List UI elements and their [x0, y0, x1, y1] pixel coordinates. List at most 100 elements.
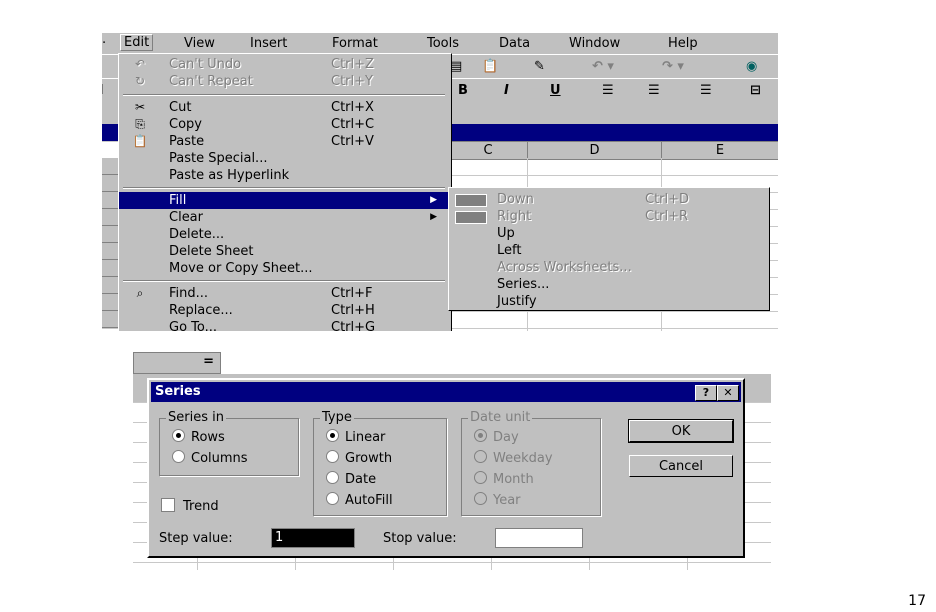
redo-toolbar-icon[interactable]: ↷ ▾	[662, 59, 684, 74]
menu-item-fill[interactable]: Fill ▶	[119, 192, 451, 209]
menu-help[interactable]: Help	[668, 36, 698, 51]
date-unit-title: Date unit	[468, 410, 533, 426]
radio-selected-icon	[474, 429, 487, 442]
dialog-title-bar[interactable]: Series ? ✕	[151, 382, 741, 402]
align-left-icon[interactable]: ☰	[602, 83, 614, 98]
radio-date[interactable]: Date	[326, 471, 376, 488]
radio-rows[interactable]: Rows	[172, 429, 225, 446]
type-title: Type	[320, 410, 354, 426]
paste-toolbar-icon[interactable]: 📋	[482, 59, 498, 74]
cancel-button[interactable]: Cancel	[629, 455, 733, 477]
radio-autofill[interactable]: AutoFill	[326, 492, 393, 509]
align-center-icon[interactable]: ☰	[648, 83, 660, 98]
radio-selected-icon	[172, 429, 185, 442]
column-header-e[interactable]: E	[661, 141, 778, 160]
checkbox-icon	[161, 498, 175, 512]
align-right-icon[interactable]: ☰	[700, 83, 712, 98]
underline-button[interactable]: U	[550, 83, 561, 98]
menu-item-paste[interactable]: 📋 Paste Ctrl+V	[119, 133, 451, 150]
menu-item-paste-special[interactable]: Paste Special...	[119, 150, 451, 167]
series-dialog-screenshot: = Series ? ✕ Series in Rows Columns Type…	[133, 352, 771, 570]
row-header[interactable]	[102, 311, 118, 328]
menu-insert[interactable]: Insert	[250, 36, 287, 51]
menu-view[interactable]: View	[184, 36, 215, 51]
menu-item-paste-hyperlink[interactable]: Paste as Hyperlink	[119, 167, 451, 184]
trend-checkbox[interactable]: Trend	[161, 498, 219, 515]
italic-button[interactable]: I	[504, 83, 509, 98]
menu-item-fill-across-worksheets[interactable]: Across Worksheets...	[449, 259, 769, 276]
radio-year[interactable]: Year	[474, 492, 521, 509]
radio-growth[interactable]: Growth	[326, 450, 392, 467]
help-button[interactable]: ?	[695, 385, 717, 401]
row-header[interactable]	[102, 277, 118, 294]
web-icon[interactable]: ◉	[746, 59, 757, 74]
menu-item-goto[interactable]: Go To... Ctrl+G	[119, 319, 451, 331]
row-header[interactable]	[102, 294, 118, 311]
radio-icon	[474, 450, 487, 463]
dialog-title: Series	[155, 384, 201, 399]
format-painter-icon[interactable]: ✎	[534, 59, 545, 74]
radio-icon	[326, 471, 339, 484]
excel-edit-menu-screenshot: · Edit View Insert Format Tools Data Win…	[102, 33, 778, 331]
stop-value-input[interactable]	[495, 528, 583, 548]
binoculars-icon: ⌕	[136, 286, 144, 300]
row-header[interactable]	[102, 209, 118, 226]
menu-data[interactable]: Data	[499, 36, 530, 51]
radio-month[interactable]: Month	[474, 471, 534, 488]
menu-format[interactable]: Format	[332, 36, 378, 51]
paste-icon: 📋	[132, 134, 148, 148]
menu-bar: · Edit View Insert Format Tools Data Win…	[102, 33, 778, 54]
undo-icon: ↶	[134, 57, 146, 71]
series-in-group: Series in Rows Columns	[159, 410, 299, 476]
scissors-icon: ✂	[134, 100, 146, 114]
row-header[interactable]	[102, 175, 118, 192]
radio-day[interactable]: Day	[474, 429, 519, 446]
menu-window[interactable]: Window	[569, 36, 620, 51]
radio-icon	[172, 450, 185, 463]
radio-icon	[326, 492, 339, 505]
fill-submenu: Down Ctrl+D Right Ctrl+R Up Left Across …	[448, 187, 770, 311]
font-name-box[interactable]: ol	[102, 83, 104, 98]
row-header[interactable]	[102, 226, 118, 243]
step-value-label: Step value:	[159, 531, 233, 546]
repeat-icon: ↻	[134, 74, 146, 88]
column-header-c[interactable]: C	[448, 141, 528, 160]
menu-item-fill-right[interactable]: Right Ctrl+R	[449, 208, 769, 225]
menu-item-undo[interactable]: ↶ Can't Undo Ctrl+Z	[119, 56, 451, 73]
menu-item-clear[interactable]: Clear ▶	[119, 209, 451, 226]
menu-item-delete-sheet[interactable]: Delete Sheet	[119, 243, 451, 260]
menu-tools[interactable]: Tools	[427, 36, 459, 51]
menu-item-cut[interactable]: ✂ Cut Ctrl+X	[119, 99, 451, 116]
formula-equals[interactable]: =	[203, 354, 214, 369]
bold-button[interactable]: B	[458, 83, 468, 98]
radio-linear[interactable]: Linear	[326, 429, 385, 446]
menu-item-replace[interactable]: Replace... Ctrl+H	[119, 302, 451, 319]
menu-item-fill-left[interactable]: Left	[449, 242, 769, 259]
column-header-d[interactable]: D	[527, 141, 662, 160]
menu-item-fill-down[interactable]: Down Ctrl+D	[449, 191, 769, 208]
row-header[interactable]	[102, 260, 118, 277]
row-header[interactable]	[102, 158, 118, 175]
menu-item-move-copy-sheet[interactable]: Move or Copy Sheet...	[119, 260, 451, 277]
row-header[interactable]	[102, 192, 118, 209]
menu-item-fill-justify[interactable]: Justify	[449, 293, 769, 310]
menu-item-find[interactable]: ⌕ Find... Ctrl+F	[119, 285, 451, 302]
row-header[interactable]	[102, 243, 118, 260]
radio-icon	[474, 492, 487, 505]
radio-weekday[interactable]: Weekday	[474, 450, 553, 467]
menu-item-repeat[interactable]: ↻ Can't Repeat Ctrl+Y	[119, 73, 451, 90]
merge-center-icon[interactable]: ⊟	[750, 83, 761, 98]
ok-button[interactable]: OK	[628, 419, 734, 443]
menu-item-fill-up[interactable]: Up	[449, 225, 769, 242]
menu-item-copy[interactable]: ⎘ Copy Ctrl+C	[119, 116, 451, 133]
menu-item-fill-series[interactable]: Series...	[449, 276, 769, 293]
menu-edit[interactable]: Edit	[120, 34, 154, 51]
menu-item-delete[interactable]: Delete...	[119, 226, 451, 243]
close-button[interactable]: ✕	[717, 385, 739, 401]
undo-toolbar-icon[interactable]: ↶ ▾	[592, 59, 614, 74]
radio-columns[interactable]: Columns	[172, 450, 248, 467]
type-group: Type Linear Growth Date AutoFill	[313, 410, 447, 516]
edit-menu: ↶ Can't Undo Ctrl+Z ↻ Can't Repeat Ctrl+…	[118, 53, 452, 331]
step-value-input[interactable]: 1	[271, 528, 355, 548]
name-box[interactable]: =	[133, 352, 221, 374]
